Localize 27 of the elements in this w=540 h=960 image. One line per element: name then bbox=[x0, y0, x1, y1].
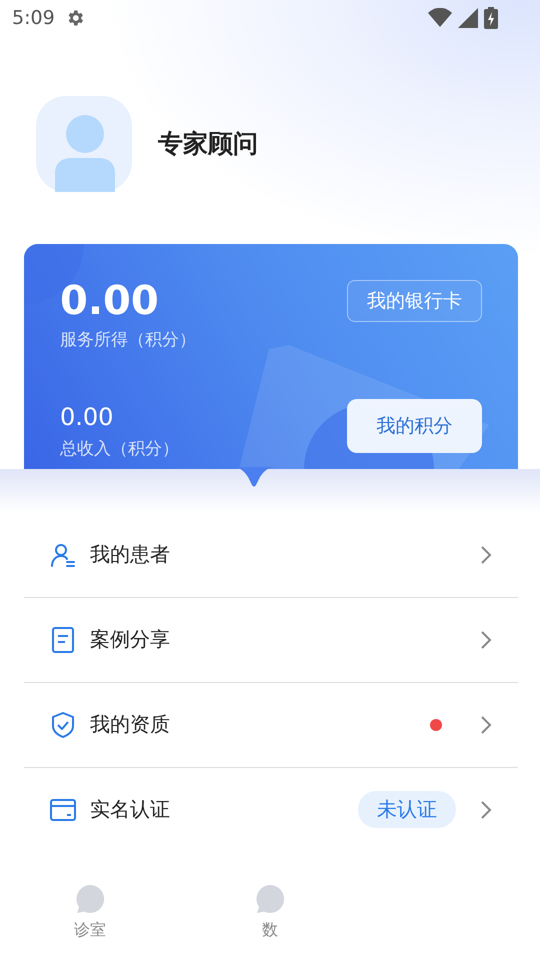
nav-tab[interactable]: 诊室 bbox=[0, 852, 180, 960]
nav-tab[interactable]: 数 bbox=[180, 852, 360, 960]
chat-bubble-icon bbox=[255, 884, 285, 914]
wifi-icon bbox=[428, 8, 452, 28]
menu-item[interactable]: 我的资质 bbox=[24, 682, 518, 768]
chevron-icon bbox=[480, 630, 492, 650]
menu-item[interactable]: 案例分享 bbox=[24, 598, 518, 682]
menu-item[interactable]: 我的患者 bbox=[24, 512, 518, 598]
service-amount: 0.00 bbox=[60, 280, 160, 322]
menu-item[interactable]: 实名认证 未认证 bbox=[24, 768, 518, 852]
service-label: 服务所得（积分） bbox=[60, 328, 197, 350]
total-label: 总收入（积分） bbox=[60, 438, 180, 460]
chevron-icon bbox=[480, 544, 492, 564]
chevron-icon bbox=[480, 800, 492, 820]
status-badge: 未认证 bbox=[358, 791, 456, 828]
card-icon bbox=[50, 798, 76, 822]
shield-check-icon bbox=[50, 710, 76, 738]
points-button[interactable]: 我的积分 bbox=[347, 398, 482, 453]
status-time: 5:09 bbox=[12, 6, 55, 29]
battery-icon bbox=[484, 6, 498, 29]
profile-name: 专家顾问 bbox=[158, 128, 258, 160]
signal-icon bbox=[458, 8, 478, 28]
chat-bubble-icon bbox=[75, 884, 105, 914]
user-icon bbox=[50, 542, 76, 568]
total-amount: 0.00 bbox=[60, 402, 114, 432]
document-icon bbox=[50, 626, 76, 654]
chevron-icon bbox=[480, 714, 492, 734]
